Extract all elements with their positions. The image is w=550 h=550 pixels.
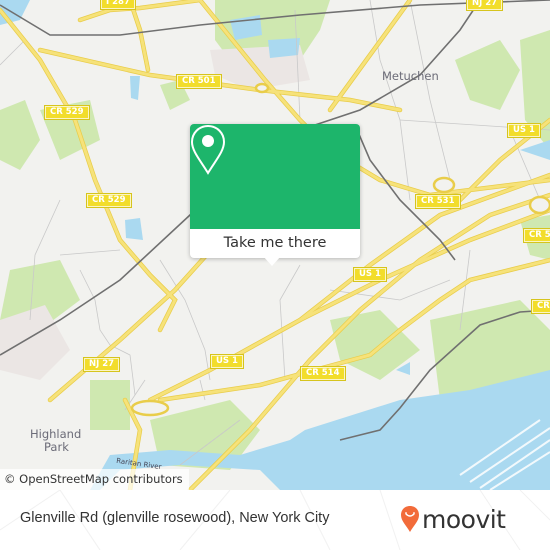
- moovit-pin-icon: [401, 506, 419, 532]
- stop-title: Glenville Rd (glenville rosewood), New Y…: [20, 510, 330, 526]
- map-attribution[interactable]: © OpenStreetMap contributors: [0, 469, 189, 490]
- road-shield-cr5-east: CR 5: [523, 228, 550, 243]
- road-shield-us1-southwest: US 1: [210, 354, 244, 369]
- moovit-wordmark: moovit: [422, 505, 506, 534]
- popup-pointer: [263, 256, 281, 266]
- road-shield-us1-northeast: US 1: [507, 123, 541, 138]
- road-shield-cr531: CR 531: [415, 194, 461, 209]
- popup-header[interactable]: [190, 124, 360, 229]
- road-shield-cr514: CR 514: [300, 366, 346, 381]
- road-shield-nj27-north: NJ 27: [465, 0, 504, 11]
- take-me-there-button[interactable]: Take me there: [190, 229, 360, 258]
- road-shield-us1-central: US 1: [353, 267, 387, 282]
- location-popup: Take me there: [190, 124, 360, 266]
- road-shield-i287: I 287: [100, 0, 136, 10]
- road-shield-cr529-north: CR 529: [44, 105, 90, 120]
- place-label-highland: Highland: [30, 427, 82, 441]
- road-shield-cr529-south: CR 529: [86, 193, 132, 208]
- footer-bar: Glenville Rd (glenville rosewood), New Y…: [0, 490, 550, 550]
- road-shield-cr-east: CR: [531, 299, 550, 314]
- road-shield-cr501: CR 501: [176, 74, 222, 89]
- place-label-park: Park: [44, 440, 69, 454]
- place-label-metuchen: Metuchen: [382, 69, 439, 83]
- map-view[interactable]: Metuchen Highland Park Raritan River I 2…: [0, 0, 550, 490]
- map-pin-icon: [190, 124, 226, 175]
- road-shield-nj27-southwest: NJ 27: [82, 357, 121, 372]
